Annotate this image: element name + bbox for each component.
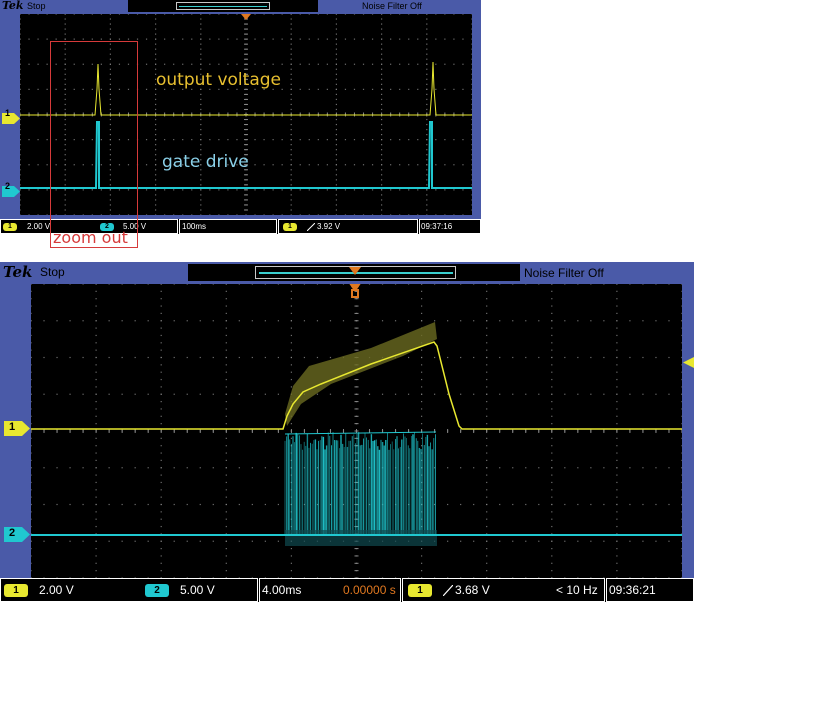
- clock: 09:37:16: [421, 222, 453, 231]
- record-bar: [128, 0, 318, 12]
- clock-cell: 09:36:21: [606, 578, 694, 602]
- gate-burst-top: [284, 431, 437, 435]
- channel-1-label: 1: [9, 421, 16, 433]
- trigger-channel-badge: 1: [408, 584, 432, 597]
- offset-marker-icon: [683, 357, 694, 368]
- tek-logo: Tek: [3, 263, 33, 281]
- ch1-badge: 1: [3, 223, 17, 231]
- clock: 09:36:21: [609, 583, 656, 597]
- channel-2-label: 2: [9, 527, 16, 539]
- trigger-cell[interactable]: 1 3.68 V < 10 Hz: [402, 578, 605, 602]
- channel-1-envelope: [285, 322, 437, 426]
- clock-cell: 09:37:16: [419, 219, 481, 234]
- trigger-position-icon: [349, 267, 361, 275]
- timebase: 100ms: [182, 222, 207, 231]
- bottom-waveform-display: [31, 284, 682, 578]
- bottom-oscilloscope-screen: Tek Stop Noise Filter Off 1 2 1 2.00 V 2…: [0, 262, 694, 602]
- channel-marker-icon[interactable]: 2: [2, 181, 20, 201]
- channel-2-envelope: [285, 530, 437, 546]
- channel-marker-icon[interactable]: 2: [4, 527, 30, 546]
- ch1-scale: 2.00 V: [27, 222, 51, 231]
- channel-marker-icon[interactable]: 1: [4, 421, 30, 440]
- timebase-cell[interactable]: 100ms: [179, 219, 277, 234]
- acquisition-state: Stop: [27, 1, 46, 11]
- rising-edge-icon: [307, 223, 315, 231]
- gate-drive-label: gate drive: [162, 152, 249, 172]
- trigger-cell[interactable]: 1 3.92 V: [278, 219, 418, 234]
- trigger-level: 3.68 V: [455, 583, 490, 597]
- zoom-region-box: [50, 41, 138, 248]
- vertical-scale-cell[interactable]: 1 2.00 V 2 5.00 V: [0, 578, 258, 602]
- ch1-scale: 2.00 V: [39, 583, 74, 597]
- trigger-level: 3.92 V: [317, 222, 341, 231]
- horizontal-position: 0.00000 s: [343, 583, 396, 597]
- noise-filter-status: Noise Filter Off: [362, 1, 422, 11]
- output-voltage-label: output voltage: [156, 70, 281, 90]
- ch2-scale: 5.00 V: [180, 583, 215, 597]
- trigger-frequency: < 10 Hz: [556, 583, 598, 597]
- bottom-readout-bar: 1 2.00 V 2 5.00 V 4.00ms 0.00000 s 1 3.6…: [0, 578, 694, 602]
- ch1-badge: 1: [4, 584, 28, 597]
- timebase-cell[interactable]: 4.00ms 0.00000 s: [259, 578, 401, 602]
- channel-1-label: 1: [5, 108, 11, 118]
- gate-drive-burst: [284, 431, 437, 535]
- noise-filter-status: Noise Filter Off: [524, 266, 604, 280]
- ch2-badge: 2: [145, 584, 169, 597]
- channel-marker-icon[interactable]: 1: [2, 108, 20, 128]
- record-bar: [188, 264, 520, 281]
- timebase: 4.00ms: [262, 583, 302, 597]
- acquisition-state: Stop: [40, 265, 65, 279]
- record-view-marker: [179, 6, 267, 7]
- trigger-channel-badge: 1: [283, 223, 297, 231]
- channel-2-label: 2: [5, 181, 11, 191]
- trigger-arrow-icon: [241, 14, 251, 20]
- zoom-out-label: zoom out: [53, 228, 128, 247]
- rising-edge-icon: [443, 585, 453, 596]
- record-window[interactable]: [176, 2, 270, 10]
- tek-logo: Tek: [2, 0, 24, 12]
